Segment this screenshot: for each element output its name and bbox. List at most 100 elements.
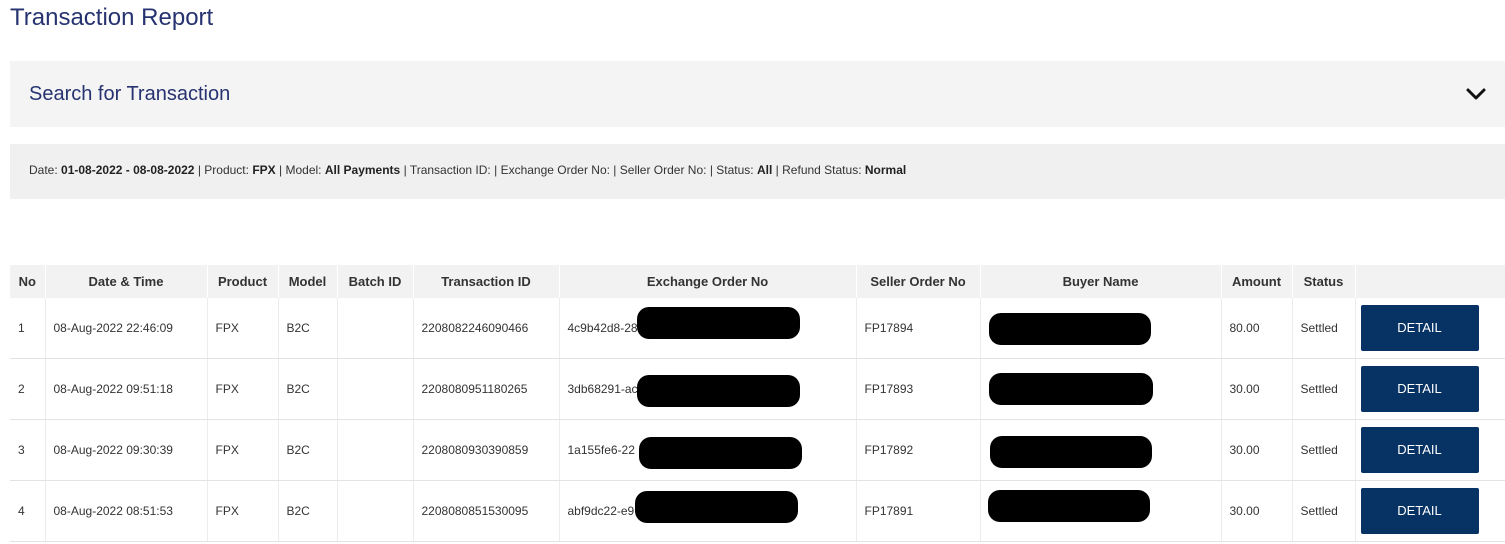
filter-separator: |	[279, 163, 283, 177]
cell-exchange-order-no: 4c9b42d8-28	[559, 298, 857, 359]
detail-button[interactable]: DETAIL	[1360, 366, 1479, 412]
cell-batch-id	[337, 298, 414, 359]
cell-model: B2C	[278, 298, 338, 359]
cell-date-time: 08-Aug-2022 09:51:18	[45, 358, 208, 420]
cell-status: Settled	[1292, 480, 1356, 542]
filter-refund-value: Normal	[864, 163, 907, 177]
cell-buyer-name	[980, 419, 1222, 481]
cell-amount: 30.00	[1221, 419, 1293, 481]
cell-seller-order-no: FP17894	[856, 298, 981, 359]
filter-product-value: FPX	[252, 163, 276, 177]
filter-product-label: Product:	[204, 163, 249, 177]
cell-seller-order-no: FP17893	[856, 358, 981, 420]
cell-product: FPX	[207, 358, 279, 420]
detail-button[interactable]: DETAIL	[1360, 427, 1479, 473]
exchange-order-text: 4c9b42d8-28	[567, 321, 638, 335]
cell-no: 4	[10, 480, 46, 542]
header-exchange-order-no: Exchange Order No	[559, 265, 857, 298]
cell-amount: 30.00	[1221, 358, 1293, 420]
header-amount: Amount	[1221, 265, 1293, 298]
cell-model: B2C	[278, 480, 338, 542]
header-buyer-name: Buyer Name	[980, 265, 1222, 298]
search-panel-title: Search for Transaction	[29, 83, 231, 105]
cell-date-time: 08-Aug-2022 22:46:09	[45, 298, 208, 359]
cell-transaction-id: 2208080851530095	[413, 480, 560, 542]
cell-date-time: 08-Aug-2022 08:51:53	[45, 480, 208, 542]
transaction-table: No Date & Time Product Model Batch ID Tr…	[10, 265, 1505, 542]
redaction-block	[989, 436, 1152, 468]
cell-no: 1	[10, 298, 46, 359]
header-no: No	[10, 265, 46, 298]
cell-action: DETAIL	[1355, 358, 1505, 420]
filter-date-value: 01-08-2022 - 08-08-2022	[61, 163, 195, 177]
cell-action: DETAIL	[1355, 298, 1505, 359]
table-header-row: No Date & Time Product Model Batch ID Tr…	[10, 265, 1505, 298]
cell-buyer-name	[980, 358, 1222, 420]
filter-separator: |	[403, 163, 407, 177]
cell-transaction-id: 2208080930390859	[413, 419, 560, 481]
header-model: Model	[278, 265, 338, 298]
detail-button[interactable]: DETAIL	[1360, 305, 1479, 351]
cell-seller-order-no: FP17892	[856, 419, 981, 481]
cell-amount: 80.00	[1221, 298, 1293, 359]
cell-exchange-order-no: 3db68291-ac	[559, 358, 857, 420]
filter-model-value: All Payments	[324, 163, 401, 177]
cell-no: 3	[10, 419, 46, 481]
cell-exchange-order-no: abf9dc22-e9	[559, 480, 857, 542]
filter-separator: |	[709, 163, 713, 177]
filter-separator: |	[197, 163, 201, 177]
filter-status-label: Status:	[716, 163, 754, 177]
filter-status-value: All	[756, 163, 773, 177]
filter-transaction-id-label: Transaction ID:	[409, 163, 491, 177]
filter-separator: |	[775, 163, 779, 177]
table-row: 4 08-Aug-2022 08:51:53 FPX B2C 220808085…	[10, 480, 1505, 542]
redaction-block	[988, 373, 1153, 405]
header-action	[1355, 265, 1505, 298]
redaction-block	[636, 375, 800, 407]
cell-status: Settled	[1292, 419, 1356, 481]
cell-product: FPX	[207, 298, 279, 359]
redaction-block	[636, 307, 800, 339]
header-batch-id: Batch ID	[337, 265, 414, 298]
header-transaction-id: Transaction ID	[413, 265, 560, 298]
cell-exchange-order-no: 1a155fe6-22	[559, 419, 857, 481]
cell-batch-id	[337, 358, 414, 420]
filter-seller-order-label: Seller Order No:	[619, 163, 707, 177]
search-panel-toggle[interactable]: Search for Transaction	[10, 61, 1505, 127]
header-seller-order-no: Seller Order No	[856, 265, 981, 298]
cell-batch-id	[337, 419, 414, 481]
cell-seller-order-no: FP17891	[856, 480, 981, 542]
header-date-time: Date & Time	[45, 265, 208, 298]
exchange-order-text: 1a155fe6-22	[567, 443, 635, 457]
redaction-block	[988, 313, 1151, 345]
cell-buyer-name	[980, 298, 1222, 359]
filter-summary-text: Date: 01-08-2022 - 08-08-2022 | Product:…	[29, 163, 906, 177]
chevron-down-icon[interactable]	[1465, 83, 1487, 105]
page-title: Transaction Report	[10, 4, 214, 31]
header-status: Status	[1292, 265, 1356, 298]
cell-status: Settled	[1292, 358, 1356, 420]
cell-product: FPX	[207, 480, 279, 542]
redaction-block	[634, 491, 798, 523]
filter-refund-label: Refund Status:	[782, 163, 862, 177]
filter-summary: Date: 01-08-2022 - 08-08-2022 | Product:…	[10, 144, 1505, 199]
cell-status: Settled	[1292, 298, 1356, 359]
filter-date-label: Date:	[29, 163, 58, 177]
cell-buyer-name	[980, 480, 1222, 542]
filter-exchange-order-label: Exchange Order No:	[500, 163, 610, 177]
cell-no: 2	[10, 358, 46, 420]
table-row: 2 08-Aug-2022 09:51:18 FPX B2C 220808095…	[10, 358, 1505, 420]
redaction-block	[987, 490, 1150, 522]
cell-model: B2C	[278, 419, 338, 481]
cell-model: B2C	[278, 358, 338, 420]
detail-button[interactable]: DETAIL	[1360, 488, 1479, 534]
cell-product: FPX	[207, 419, 279, 481]
filter-model-label: Model:	[285, 163, 322, 177]
cell-action: DETAIL	[1355, 480, 1505, 542]
cell-amount: 30.00	[1221, 480, 1293, 542]
header-product: Product	[207, 265, 279, 298]
table-row: 3 08-Aug-2022 09:30:39 FPX B2C 220808093…	[10, 419, 1505, 481]
exchange-order-text: abf9dc22-e9	[567, 504, 635, 518]
table-row: 1 08-Aug-2022 22:46:09 FPX B2C 220808224…	[10, 298, 1505, 359]
filter-separator: |	[494, 163, 498, 177]
